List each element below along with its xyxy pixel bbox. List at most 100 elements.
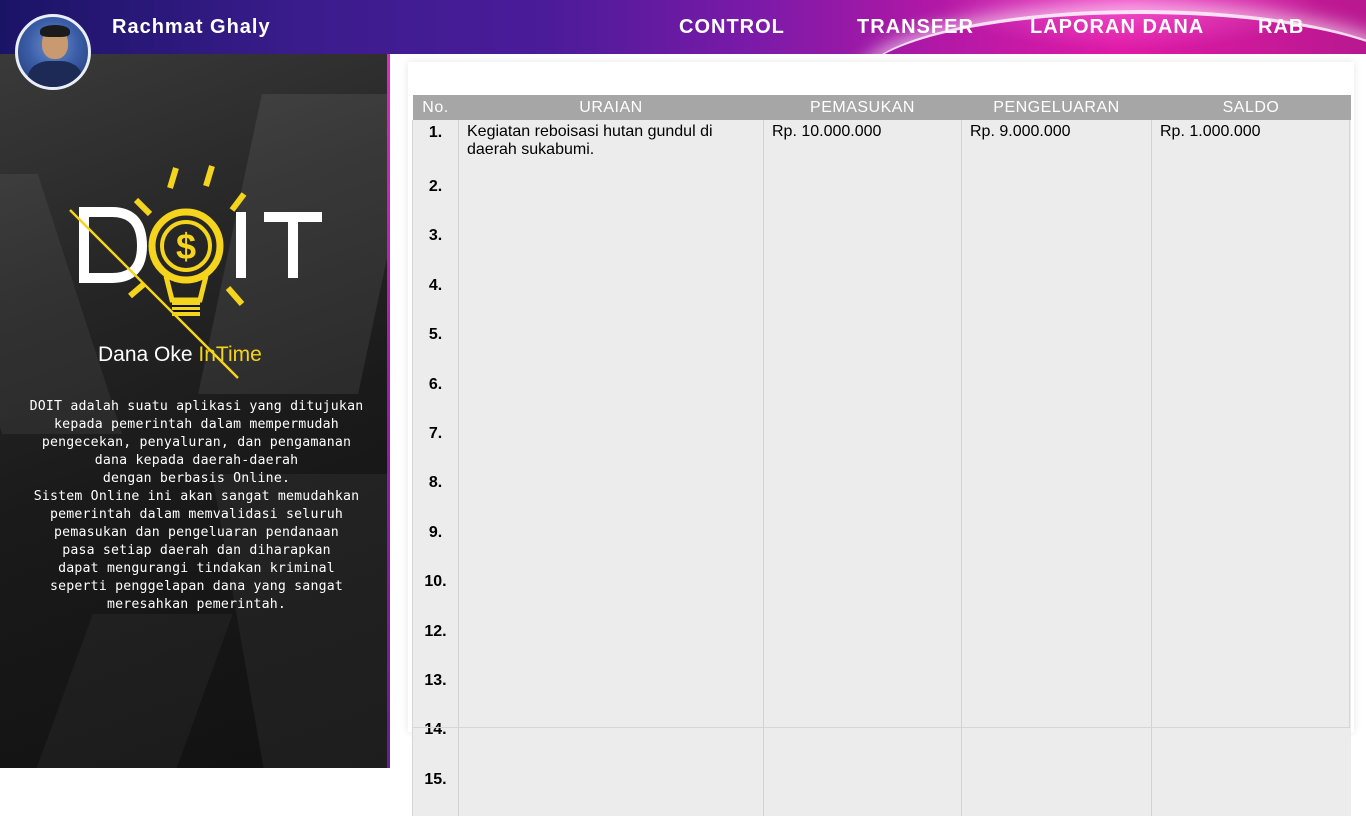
nav-laporan-dana[interactable]: LAPORAN DANA bbox=[1030, 16, 1204, 39]
table-row[interactable]: 12. bbox=[412, 618, 1351, 668]
cell-saldo[interactable] bbox=[1151, 322, 1351, 372]
top-bar: Rachmat Ghaly CONTROL TRANSFER LAPORAN D… bbox=[0, 0, 1366, 54]
cell-uraian[interactable] bbox=[458, 223, 764, 273]
cell-uraian[interactable] bbox=[458, 717, 764, 767]
avatar-hair bbox=[40, 25, 70, 37]
avatar[interactable] bbox=[15, 14, 91, 90]
cell-uraian[interactable] bbox=[458, 766, 764, 816]
cell-saldo[interactable] bbox=[1151, 371, 1351, 421]
header-pemasukan: PEMASUKAN bbox=[763, 95, 962, 120]
cell-saldo[interactable] bbox=[1151, 223, 1351, 273]
table-row[interactable]: 3. bbox=[412, 223, 1351, 273]
cell-uraian[interactable] bbox=[458, 519, 764, 570]
header-uraian: URAIAN bbox=[458, 95, 764, 120]
user-name: Rachmat Ghaly bbox=[112, 16, 271, 38]
row-number: 13. bbox=[412, 667, 459, 718]
table-row[interactable]: 2. bbox=[412, 174, 1351, 224]
table-row[interactable]: 13. bbox=[412, 667, 1351, 718]
table-row[interactable]: 4. bbox=[412, 272, 1351, 323]
cell-pengeluaran[interactable] bbox=[961, 272, 1152, 323]
header-no: No. bbox=[412, 95, 459, 120]
row-number: 5. bbox=[412, 322, 459, 372]
cell-pengeluaran[interactable] bbox=[961, 223, 1152, 273]
row-number: 15. bbox=[412, 766, 459, 816]
cell-uraian[interactable] bbox=[458, 420, 764, 471]
cell-saldo[interactable] bbox=[1151, 174, 1351, 224]
row-number: 4. bbox=[412, 272, 459, 323]
cell-pemasukan[interactable] bbox=[763, 569, 962, 619]
cell-uraian[interactable]: Kegiatan reboisasi hutan gundul di daera… bbox=[458, 120, 764, 174]
avatar-body bbox=[28, 61, 82, 87]
cell-saldo[interactable] bbox=[1151, 569, 1351, 619]
row-number: 9. bbox=[412, 519, 459, 570]
cell-pemasukan[interactable] bbox=[763, 371, 962, 421]
table-row[interactable]: 1. Kegiatan reboisasi hutan gundul di da… bbox=[412, 120, 1351, 174]
cell-pemasukan[interactable] bbox=[763, 766, 962, 816]
tagline-main: Dana Oke bbox=[98, 343, 199, 366]
cell-pengeluaran[interactable] bbox=[961, 569, 1152, 619]
header-saldo: SALDO bbox=[1151, 95, 1351, 120]
cell-pengeluaran[interactable] bbox=[961, 420, 1152, 471]
table-row[interactable]: 5. bbox=[412, 322, 1351, 372]
cell-saldo[interactable] bbox=[1151, 519, 1351, 570]
row-number: 6. bbox=[412, 371, 459, 421]
table-row[interactable]: 14. bbox=[412, 717, 1351, 767]
cell-pengeluaran[interactable] bbox=[961, 766, 1152, 816]
row-number: 1. bbox=[412, 120, 459, 174]
cell-uraian[interactable] bbox=[458, 667, 764, 718]
cell-pengeluaran[interactable] bbox=[961, 322, 1152, 372]
cell-pengeluaran[interactable] bbox=[961, 519, 1152, 570]
table-row[interactable]: 15. bbox=[412, 766, 1351, 816]
cell-pemasukan[interactable] bbox=[763, 717, 962, 767]
cell-saldo[interactable] bbox=[1151, 717, 1351, 767]
table-row[interactable]: 9. bbox=[412, 519, 1351, 570]
cell-uraian[interactable] bbox=[458, 569, 764, 619]
cell-uraian[interactable] bbox=[458, 272, 764, 323]
cell-saldo[interactable]: Rp. 1.000.000 bbox=[1151, 120, 1351, 174]
cell-pemasukan[interactable] bbox=[763, 618, 962, 668]
cell-uraian[interactable] bbox=[458, 470, 764, 520]
cell-pemasukan[interactable] bbox=[763, 174, 962, 224]
cell-saldo[interactable] bbox=[1151, 618, 1351, 668]
row-number: 7. bbox=[412, 420, 459, 471]
cell-pengeluaran[interactable] bbox=[961, 717, 1152, 767]
cell-pengeluaran[interactable] bbox=[961, 667, 1152, 718]
cell-pemasukan[interactable] bbox=[763, 420, 962, 471]
cell-saldo[interactable] bbox=[1151, 766, 1351, 816]
cell-pemasukan[interactable] bbox=[763, 667, 962, 718]
table-row[interactable]: 8. bbox=[412, 470, 1351, 520]
table-row[interactable]: 10. bbox=[412, 569, 1351, 619]
table-row[interactable]: 6. bbox=[412, 371, 1351, 421]
tagline-accent: InTime bbox=[198, 343, 262, 366]
cell-saldo[interactable] bbox=[1151, 470, 1351, 520]
table-right-border bbox=[1349, 120, 1350, 728]
nav-control[interactable]: CONTROL bbox=[679, 16, 785, 39]
cell-saldo[interactable] bbox=[1151, 667, 1351, 718]
svg-text:$: $ bbox=[176, 226, 196, 267]
background-shard bbox=[27, 614, 233, 768]
cell-saldo[interactable] bbox=[1151, 420, 1351, 471]
cell-saldo[interactable] bbox=[1151, 272, 1351, 323]
cell-pemasukan[interactable]: Rp. 10.000.000 bbox=[763, 120, 962, 174]
cell-uraian[interactable] bbox=[458, 618, 764, 668]
tagline: Dana Oke InTime bbox=[98, 343, 262, 367]
cell-uraian[interactable] bbox=[458, 322, 764, 372]
cell-pengeluaran[interactable] bbox=[961, 174, 1152, 224]
table-row[interactable]: 7. bbox=[412, 420, 1351, 471]
cell-pemasukan[interactable] bbox=[763, 470, 962, 520]
cell-pemasukan[interactable] bbox=[763, 322, 962, 372]
cell-pengeluaran[interactable]: Rp. 9.000.000 bbox=[961, 120, 1152, 174]
cell-pengeluaran[interactable] bbox=[961, 371, 1152, 421]
cell-pemasukan[interactable] bbox=[763, 519, 962, 570]
cell-pengeluaran[interactable] bbox=[961, 618, 1152, 668]
cell-pemasukan[interactable] bbox=[763, 223, 962, 273]
table-header-row: No. URAIAN PEMASUKAN PENGELUARAN SALDO bbox=[412, 95, 1351, 120]
nav-transfer[interactable]: TRANSFER bbox=[857, 16, 974, 39]
nav-rab[interactable]: RAB bbox=[1258, 16, 1304, 39]
row-number: 14. bbox=[412, 717, 459, 767]
cell-uraian[interactable] bbox=[458, 371, 764, 421]
cell-uraian[interactable] bbox=[458, 174, 764, 224]
cell-pengeluaran[interactable] bbox=[961, 470, 1152, 520]
table-bottom-border bbox=[412, 727, 1350, 728]
cell-pemasukan[interactable] bbox=[763, 272, 962, 323]
